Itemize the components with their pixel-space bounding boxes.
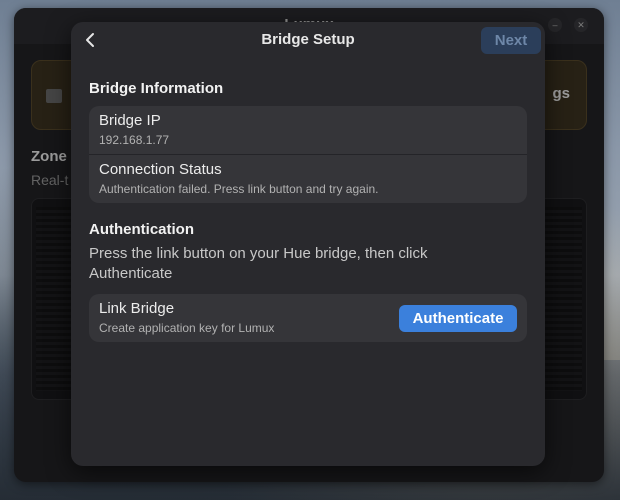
bridge-ip-row: Bridge IP 192.168.1.77 bbox=[89, 106, 527, 154]
bridge-info-list: Bridge IP 192.168.1.77 Connection Status… bbox=[89, 106, 527, 203]
link-bridge-row: Link Bridge Create application key for L… bbox=[89, 294, 527, 342]
connection-status-label: Connection Status bbox=[99, 161, 222, 178]
dialog-header: Bridge Setup Next bbox=[71, 22, 545, 58]
link-bridge-list: Link Bridge Create application key for L… bbox=[89, 294, 527, 342]
bridge-ip-label: Bridge IP bbox=[99, 112, 161, 129]
connection-status-value: Authentication failed. Press link button… bbox=[99, 182, 379, 196]
bridge-setup-dialog: Bridge Setup Next Bridge Information Bri… bbox=[71, 22, 545, 466]
bridge-information-heading: Bridge Information bbox=[89, 80, 224, 97]
authentication-description: Press the link button on your Hue bridge… bbox=[89, 245, 428, 282]
link-bridge-label: Link Bridge bbox=[99, 300, 175, 317]
dialog-title: Bridge Setup bbox=[261, 31, 355, 48]
link-bridge-subtitle: Create application key for Lumux bbox=[99, 321, 275, 335]
bridge-ip-value: 192.168.1.77 bbox=[99, 133, 170, 147]
next-button[interactable]: Next bbox=[481, 27, 541, 54]
connection-status-row: Connection Status Authentication failed.… bbox=[89, 155, 527, 203]
authenticate-button[interactable]: Authenticate bbox=[399, 305, 517, 332]
authentication-heading: Authentication bbox=[89, 221, 194, 238]
